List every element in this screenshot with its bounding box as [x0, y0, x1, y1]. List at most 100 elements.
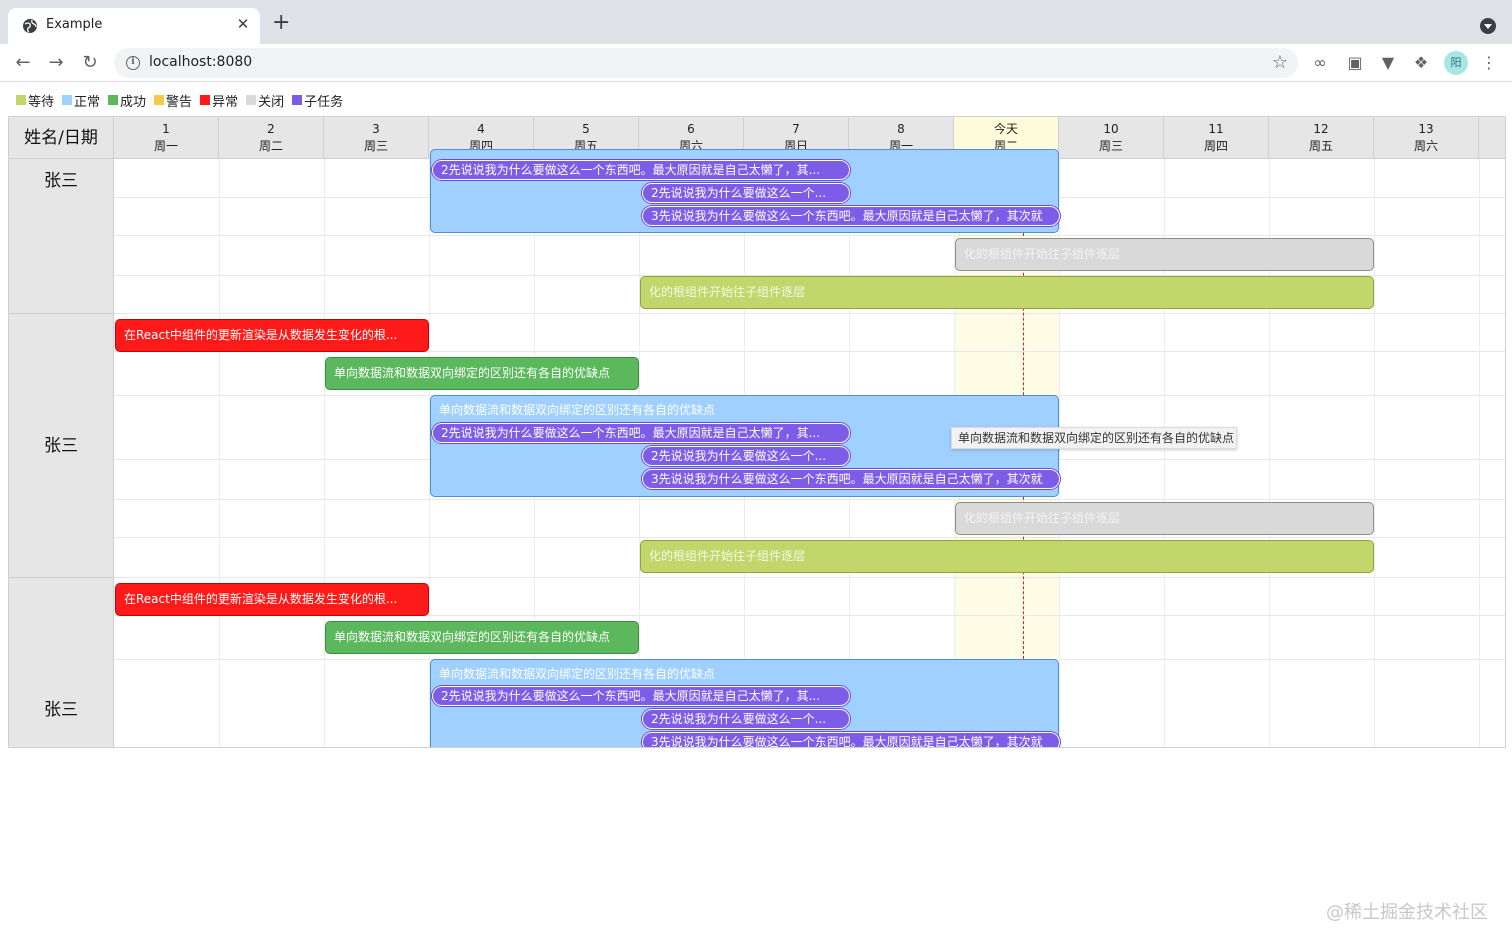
day-date: 3 — [372, 122, 380, 136]
day-date: 13 — [1418, 122, 1434, 136]
browser-tab-strip: Example ✕ + — [0, 0, 1512, 44]
day-date: 4 — [477, 122, 485, 136]
day-weekday: 周四 — [1203, 139, 1228, 153]
tab-search-icon[interactable] — [1480, 18, 1496, 34]
corner-header: 姓名/日期 — [9, 117, 114, 159]
grid-line — [114, 235, 1505, 236]
browser-tab[interactable]: Example ✕ — [8, 8, 260, 44]
grid-line — [114, 537, 1505, 538]
subtask-bar[interactable]: 2先说说我为什么要做这么一个... — [642, 709, 850, 729]
grid-line — [114, 313, 1505, 314]
legend-item-subtask: 子任务 — [292, 92, 344, 110]
extensions-puzzle-icon[interactable]: ❖ — [1411, 53, 1431, 73]
subtask-bar[interactable]: 2先说说我为什么要做这么一个东西吧。最大原因就是自己太懒了，其... — [432, 160, 850, 180]
status-legend: 等待 正常 成功 警告 异常 关闭 子任务 — [16, 92, 344, 110]
day-date: 6 — [687, 122, 695, 136]
task-bar-waiting[interactable]: 化的根组件开始往子组件逐层 — [640, 276, 1374, 309]
legend-swatch — [200, 95, 211, 105]
legend-swatch — [292, 95, 303, 105]
extension-vue-icon[interactable]: ▼ — [1378, 53, 1398, 73]
subtask-bar[interactable]: 3先说说我为什么要做这么一个东西吧。最大原因就是自己太懒了，其次就 — [642, 206, 1060, 226]
legend-swatch — [246, 95, 257, 105]
day-header: 3 周三 — [324, 117, 429, 159]
tab-close-icon[interactable]: ✕ — [234, 15, 252, 33]
legend-item-normal: 正常 — [62, 92, 101, 110]
legend-item-success: 成功 — [108, 92, 147, 110]
legend-label: 正常 — [74, 94, 101, 110]
subtask-bar[interactable]: 3先说说我为什么要做这么一个东西吧。最大原因就是自己太懒了，其次就 — [642, 732, 1060, 747]
subtask-bar[interactable]: 2先说说我为什么要做这么一个东西吧。最大原因就是自己太懒了，其... — [432, 423, 850, 443]
extension-square-icon[interactable]: ▣ — [1345, 53, 1365, 73]
task-tooltip: 单向数据流和数据双向绑定的区别还有各自的优缺点 — [951, 427, 1237, 449]
legend-label: 成功 — [120, 94, 147, 110]
row-name-cell: 张三 — [9, 314, 114, 578]
day-date: 10 — [1103, 122, 1119, 136]
forward-icon[interactable]: → — [45, 52, 67, 74]
legend-swatch — [62, 95, 73, 105]
grid-line — [114, 577, 1505, 578]
subtask-bar[interactable]: 3先说说我为什么要做这么一个东西吧。最大原因就是自己太懒了，其次就 — [642, 469, 1060, 489]
legend-swatch — [108, 95, 119, 105]
profile-avatar[interactable]: 阳 — [1444, 51, 1468, 75]
day-date: 8 — [897, 122, 905, 136]
day-header: 12 周五 — [1269, 117, 1374, 159]
subtask-bar[interactable]: 2先说说我为什么要做这么一个... — [642, 183, 850, 203]
legend-label: 子任务 — [304, 94, 344, 110]
task-bar-success[interactable]: 单向数据流和数据双向绑定的区别还有各自的优缺点 — [325, 357, 639, 390]
day-weekday: 周六 — [1413, 139, 1438, 153]
site-info-icon[interactable]: i — [126, 56, 140, 70]
day-header: 1 周一 — [114, 117, 219, 159]
legend-item-warning: 警告 — [154, 92, 193, 110]
tab-title: Example — [46, 17, 103, 32]
day-header: 11 周四 — [1164, 117, 1269, 159]
subtask-bar[interactable]: 2先说说我为什么要做这么一个... — [642, 446, 850, 466]
day-date: 12 — [1313, 122, 1329, 136]
globe-icon — [23, 19, 37, 33]
legend-item-error: 异常 — [200, 92, 239, 110]
task-bar-closed[interactable]: 化的根组件开始往子组件逐层 — [955, 502, 1374, 535]
menu-dots-icon[interactable]: ⋮ — [1479, 53, 1499, 73]
legend-label: 警告 — [166, 94, 193, 110]
url-text: localhost:8080 — [149, 54, 253, 70]
task-bar-closed[interactable]: 化的根组件开始往子组件逐层 — [955, 238, 1374, 271]
day-weekday: 周一 — [153, 139, 178, 153]
legend-item-waiting: 等待 — [16, 92, 55, 110]
task-bar-success[interactable]: 单向数据流和数据双向绑定的区别还有各自的优缺点 — [325, 621, 639, 654]
reload-icon[interactable]: ↻ — [79, 52, 101, 74]
row-name-cell: 张三 — [9, 159, 114, 314]
extension-infinity-icon[interactable]: ∞ — [1310, 53, 1330, 73]
back-icon[interactable]: ← — [12, 52, 34, 74]
watermark: @稀土掘金技术社区 — [1326, 902, 1488, 923]
legend-label: 等待 — [28, 94, 55, 110]
day-header: 10 周三 — [1059, 117, 1164, 159]
task-bar-error[interactable]: 在React中组件的更新渲染是从数据发生变化的根... — [115, 583, 429, 616]
address-bar[interactable]: i localhost:8080 ☆ — [114, 48, 1298, 78]
day-date: 1 — [162, 122, 170, 136]
day-date: 11 — [1208, 122, 1224, 136]
row-name-cell: 张三 — [9, 578, 114, 747]
legend-label: 关闭 — [258, 94, 285, 110]
bookmark-star-icon[interactable]: ☆ — [1272, 52, 1288, 73]
day-date: 今天 — [993, 122, 1018, 136]
legend-item-closed: 关闭 — [246, 92, 285, 110]
day-weekday: 周二 — [258, 139, 283, 153]
task-bar-error[interactable]: 在React中组件的更新渲染是从数据发生变化的根... — [115, 319, 429, 352]
day-date: 2 — [267, 122, 275, 136]
day-weekday: 周三 — [363, 139, 388, 153]
day-weekday: 周五 — [1308, 139, 1333, 153]
day-date: 5 — [582, 122, 590, 136]
day-weekday: 周三 — [1098, 139, 1123, 153]
browser-toolbar: ← → ↻ i localhost:8080 ☆ ∞ ▣ ▼ ❖ 阳 ⋮ — [0, 44, 1512, 82]
legend-label: 异常 — [212, 94, 239, 110]
day-header: 13 周六 — [1374, 117, 1479, 159]
gantt-chart: 姓名/日期 1 周一 2 周二 3 周三 4 周四 5 周五 6 周六 7 周日 8 周一 今天… — [8, 116, 1506, 748]
day-header: 2 周二 — [219, 117, 324, 159]
subtask-bar[interactable]: 2先说说我为什么要做这么一个东西吧。最大原因就是自己太懒了，其... — [432, 686, 850, 706]
task-bar-waiting[interactable]: 化的根组件开始往子组件逐层 — [640, 540, 1374, 573]
grid-line — [114, 499, 1505, 500]
new-tab-button[interactable]: + — [272, 12, 290, 34]
legend-swatch — [154, 95, 165, 105]
header-filler — [1479, 117, 1505, 159]
legend-swatch — [16, 95, 26, 105]
day-date: 7 — [792, 122, 800, 136]
